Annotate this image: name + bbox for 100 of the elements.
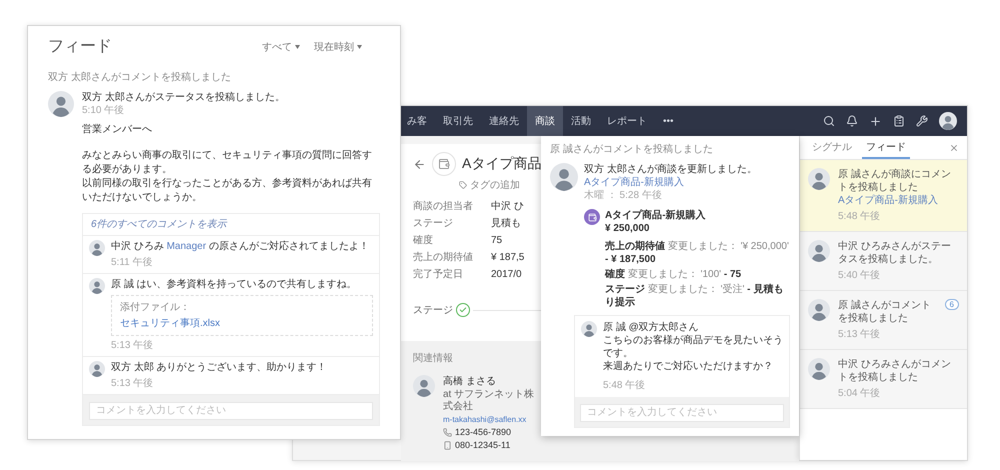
plus-icon[interactable] — [869, 114, 882, 128]
wallet-icon — [432, 152, 456, 176]
wrench-icon[interactable] — [916, 115, 928, 127]
phone-number: 123-456-7890 — [455, 426, 512, 438]
related-heading: 関連情報 — [413, 352, 453, 365]
show-all-comments-link[interactable]: 6件のすべてのコメントを表示 — [83, 214, 379, 236]
avatar — [89, 240, 105, 256]
field-value: 75 — [491, 234, 502, 247]
notification-text: 中沢 ひろみさんがコメントを投稿しました — [838, 358, 952, 384]
count-badge: 6 — [944, 299, 959, 310]
change-text: 確度 変更しました： '100' - 75 — [605, 268, 742, 281]
notification-item[interactable]: 中沢 ひろみさんがステータスを投稿しました。 5:40 午後 — [800, 232, 967, 291]
deal-link[interactable]: Aタイプ商品-新規購入 — [838, 195, 938, 206]
avatar — [808, 168, 830, 190]
avatar — [550, 163, 578, 191]
change-text: 売上の期待値 変更しました： '¥ 250,000' - ¥ 187,500 — [605, 240, 790, 266]
post-text: みなとみらい商事の取引にて、セキュリティ事項の質問に回答する必要があります。 — [82, 149, 373, 177]
avatar — [808, 299, 830, 321]
notification-time: 5:48 午後 — [838, 210, 882, 223]
comment-text: 中沢 ひろみ Manager の原さんがご対応されてましたよ！ — [111, 240, 370, 253]
avatar — [413, 375, 435, 397]
change-text: ステージ 変更しました： '受注' - 見積もり提示 — [605, 283, 784, 309]
filter-dropdown[interactable]: すべて — [262, 40, 300, 54]
mobile-number: 080-12345-11 — [455, 439, 510, 451]
contact-company: at サフランネット株式会社 — [443, 389, 536, 413]
phone-icon — [443, 428, 452, 436]
post-time: 5:10 午後 — [82, 104, 126, 117]
avatar — [89, 278, 105, 294]
field-label: 確度 — [413, 234, 434, 247]
nav-tab[interactable]: 取引先 — [435, 106, 481, 136]
avatar — [939, 112, 957, 130]
attachment-label: 添付ファイル： — [120, 301, 191, 314]
email-link[interactable]: m-takahashi@saflen.xx — [443, 414, 543, 425]
filter-dropdown[interactable]: 現在時刻 — [314, 40, 362, 54]
add-tag-button[interactable]: タグの追加 — [459, 178, 520, 192]
clipboard-icon[interactable] — [893, 115, 905, 127]
nav-tab[interactable]: 商談 — [527, 106, 563, 136]
avatar — [48, 91, 74, 117]
back-arrow-icon[interactable] — [413, 158, 426, 170]
notification-item[interactable]: 原 誠さんがコメントを投稿しました 5:13 午後 6 — [800, 291, 967, 350]
field-label: 売上の期待値 — [413, 251, 474, 264]
activity-heading: 双方 太郎さんがコメントを投稿しました — [48, 71, 232, 84]
deal-amount: ¥ 250,000 — [605, 222, 650, 235]
check-icon — [456, 303, 470, 317]
wallet-icon — [584, 209, 600, 225]
deal-title: Aタイプ商品 — [462, 155, 542, 173]
comment-input[interactable]: コメントを入力してください — [89, 402, 373, 420]
bell-icon[interactable] — [846, 115, 858, 127]
update-time: 木曜 ： 5:28 午後 — [584, 189, 663, 202]
comment-text: こちらのお客様が商品デモを見たいそうです。 — [603, 334, 783, 360]
nav-tab[interactable]: 活動 — [563, 106, 599, 136]
nav-tab[interactable]: レポート — [599, 106, 655, 136]
comment-input[interactable]: コメントを入力してください — [580, 404, 784, 422]
comment-author: 原 誠 @双方太郎さん — [603, 321, 700, 334]
avatar — [89, 361, 105, 377]
smartphone-icon — [443, 440, 452, 450]
comment-time: 5:13 午後 — [111, 377, 154, 390]
deal-name: Aタイプ商品-新規購入 — [605, 209, 706, 222]
search-icon[interactable] — [823, 115, 835, 127]
avatar — [581, 321, 597, 337]
comment-time: 5:48 午後 — [603, 379, 646, 392]
contact-name: 高橋 まさる — [443, 375, 497, 388]
field-label: 完了予定日 — [413, 268, 464, 281]
post-text: 以前同様の取引を行なったことがある方、参考資料があれば共有いただけないでしょうか。 — [82, 177, 373, 205]
comment-time: 5:13 午後 — [111, 339, 154, 352]
field-value: 2017/0 — [491, 268, 522, 281]
field-value: 中沢 ひ — [491, 200, 524, 213]
caret-icon — [357, 44, 362, 48]
notification-text: 原 誠さんが商談にコメントを投稿しました Aタイプ商品-新規購入 — [838, 168, 952, 207]
notification-time: 5:40 午後 — [838, 269, 882, 282]
nav-tab[interactable]: み客 — [399, 106, 435, 136]
field-label: ステージ — [413, 217, 454, 230]
deal-link[interactable]: Aタイプ商品-新規購入 — [584, 177, 684, 188]
nav-tab[interactable]: ••• — [655, 106, 682, 136]
update-text: 双方 太郎さんが商談を更新しました。 Aタイプ商品-新規購入 — [584, 163, 758, 189]
notification-time: 5:13 午後 — [838, 328, 882, 341]
stage-label: ステージ — [413, 304, 453, 317]
post-greeting: 営業メンバーへ — [82, 123, 153, 137]
avatar — [808, 358, 830, 380]
notification-item[interactable]: 中沢 ひろみさんがコメントを投稿しました 5:04 午後 — [800, 350, 967, 409]
file-link[interactable]: セキュリティ事項.xlsx — [120, 317, 364, 330]
notification-item[interactable]: 原 誠さんが商談にコメントを投稿しました Aタイプ商品-新規購入 5:48 午後 — [800, 160, 967, 232]
panel-tab[interactable]: シグナル — [808, 136, 856, 159]
comment-text: 双方 太郎 ありがとうございます、助かります！ — [111, 361, 328, 374]
field-value: 見積も — [491, 217, 521, 230]
notification-text: 中沢 ひろみさんがステータスを投稿しました。 — [838, 240, 952, 266]
field-value: ¥ 187,5 — [491, 251, 524, 264]
nav-tab[interactable]: 連絡先 — [481, 106, 527, 136]
mention-link[interactable]: Manager — [166, 241, 206, 252]
tag-icon — [459, 181, 467, 189]
avatar — [808, 240, 830, 262]
comment-text: 原 誠 はい、参考資料を持っているので共有しますね。 — [111, 278, 358, 291]
notification-time: 5:04 午後 — [838, 387, 882, 400]
popup-heading: 原 誠さんがコメントを投稿しました — [550, 143, 714, 156]
notification-text: 原 誠さんがコメントを投稿しました — [838, 299, 932, 325]
post-author: 双方 太郎さんがステータスを投稿しました。 — [82, 91, 285, 104]
comment-text: 来週あたりでご対応いただけますか？ — [603, 360, 774, 373]
profile-button[interactable] — [939, 112, 957, 130]
field-label: 商談の担当者 — [413, 200, 474, 213]
window-title: フィード — [48, 37, 112, 57]
